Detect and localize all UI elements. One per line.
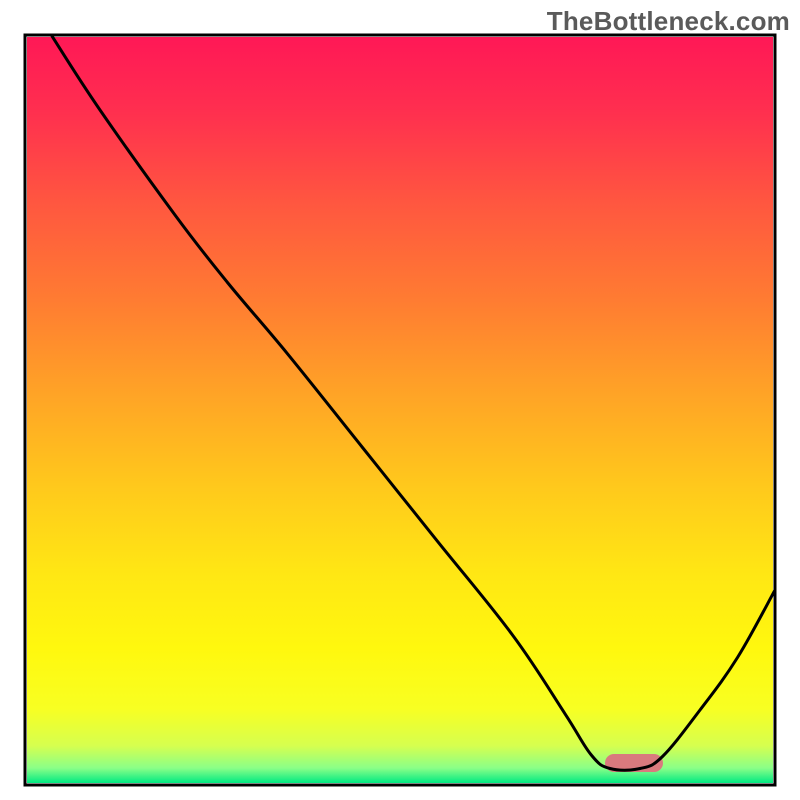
bottleneck-chart: [0, 0, 800, 800]
watermark-text: TheBottleneck.com: [547, 6, 790, 37]
gradient-background: [27, 37, 773, 783]
chart-container: TheBottleneck.com: [0, 0, 800, 800]
